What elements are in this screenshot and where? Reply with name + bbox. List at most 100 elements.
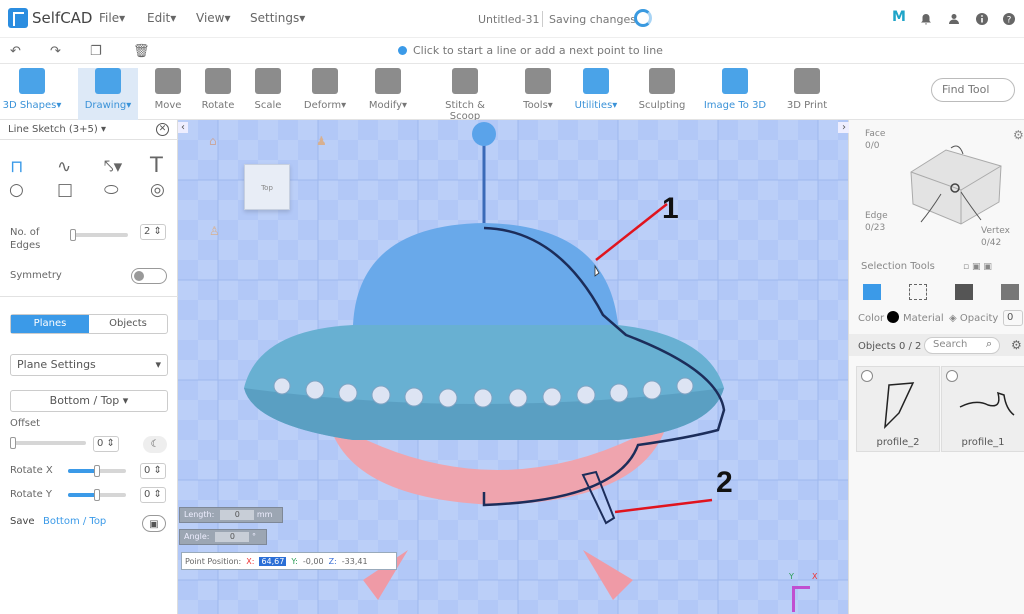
collapse-left-icon[interactable]: ‹ — [178, 122, 188, 133]
user-icon[interactable] — [947, 12, 961, 26]
object-select-radio[interactable] — [861, 370, 873, 382]
modify-icon — [375, 68, 401, 94]
object-name: profile_1 — [961, 437, 1005, 448]
select-vertex-icon[interactable] — [1001, 284, 1019, 300]
printer-icon — [794, 68, 820, 94]
trash-icon[interactable]: 🗑 — [133, 44, 150, 59]
length-field[interactable]: Length: 0 mm — [179, 507, 283, 523]
tab-objects[interactable]: Objects — [89, 315, 167, 333]
image-icon — [722, 68, 748, 94]
find-tool-input[interactable]: Find Tool — [931, 78, 1015, 102]
home-icon[interactable]: ⌂ — [209, 134, 217, 148]
panel-divider — [0, 139, 178, 140]
offset-reset-button[interactable]: ☾ — [143, 436, 167, 453]
panel-divider — [0, 296, 178, 297]
tool-modify[interactable]: Modify▾ — [358, 68, 418, 111]
angle-field[interactable]: Angle: 0 ° — [179, 529, 267, 545]
bell-icon[interactable] — [919, 12, 933, 26]
point-position-field[interactable]: Point Position: X: 64,67 Y: -0,00 Z: -33,41 — [181, 552, 397, 570]
line-sketch-panel: Line Sketch (3+5) ▾ ✕ ⊓ ∿ ⤣▾ T ○ □ ⬭ ◎ N… — [0, 120, 178, 614]
y-value-input[interactable]: -0,00 — [303, 557, 324, 566]
object-card-profile-1[interactable]: profile_1 — [941, 366, 1024, 452]
curve-tool-icon[interactable]: ∿ — [57, 157, 71, 177]
search-icon[interactable]: ⌕ — [986, 337, 992, 351]
plane-settings-dropdown[interactable]: Plane Settings ▾ — [10, 354, 168, 376]
tool-drawing[interactable]: Drawing▾ — [78, 68, 138, 122]
tool-scale[interactable]: Scale — [238, 68, 298, 111]
rotate-y-stepper[interactable]: 0 ⇕ — [140, 487, 166, 503]
edges-slider[interactable] — [70, 233, 128, 237]
tool-deform[interactable]: Deform▾ — [295, 68, 355, 111]
tool-utilities[interactable]: Utilities▾ — [566, 68, 626, 111]
info-icon[interactable] — [975, 12, 989, 26]
undo-icon[interactable]: ↶ — [10, 44, 21, 59]
tool-stitch-scoop[interactable]: Stitch & Scoop — [432, 68, 498, 122]
menu-settings[interactable]: Settings▾ — [250, 11, 305, 25]
save-label: Save — [10, 516, 35, 527]
object-select-radio[interactable] — [946, 370, 958, 382]
symmetry-toggle[interactable] — [131, 268, 167, 284]
object-card-profile-2[interactable]: profile_2 — [856, 366, 940, 452]
selection-mode-icons[interactable]: ▫ ▣ ▣ — [963, 262, 992, 272]
tool-image-to-3d[interactable]: Image To 3D — [703, 68, 767, 111]
save-status: Saving changes — [549, 13, 636, 26]
sculpting-icon — [649, 68, 675, 94]
offset-stepper[interactable]: 0 ⇕ — [93, 436, 119, 452]
ellipse-tool-icon[interactable]: ⬭ — [104, 180, 119, 200]
redo-icon[interactable]: ↷ — [50, 44, 61, 59]
tool-tools[interactable]: Tools▾ — [508, 68, 568, 111]
arc-tool-icon[interactable]: ⤣▾ — [104, 157, 122, 177]
planes-objects-switch: Planes Objects — [10, 314, 168, 334]
hint-bar: Click to start a line or add a next poin… — [0, 38, 1024, 64]
color-swatch[interactable] — [887, 311, 899, 323]
target-tool-icon[interactable]: ◎ — [150, 180, 165, 200]
rotate-icon — [205, 68, 231, 94]
select-object-icon[interactable] — [863, 284, 881, 300]
view-cube[interactable]: Top — [244, 164, 290, 210]
help-icon[interactable]: ? — [1002, 12, 1016, 26]
opacity-input[interactable]: 0 — [1003, 310, 1023, 326]
x-value-input[interactable]: 64,67 — [259, 556, 287, 566]
menu-file[interactable]: File▾ — [99, 11, 125, 25]
offset-slider[interactable] — [10, 441, 86, 445]
collapse-right-panel-icon[interactable]: › — [839, 122, 849, 133]
select-face-icon[interactable] — [909, 284, 927, 300]
edges-slider-knob[interactable] — [70, 229, 76, 241]
light-icon[interactable]: ♟ — [316, 134, 327, 148]
text-tool-icon[interactable]: T — [150, 153, 163, 177]
circle-tool-icon[interactable]: ○ — [9, 180, 24, 200]
select-edge-icon[interactable] — [955, 284, 973, 300]
z-value-input[interactable]: -33,41 — [342, 557, 368, 566]
tool-3d-print[interactable]: 3D Print — [777, 68, 837, 111]
rectangle-tool-icon[interactable]: □ — [57, 180, 73, 200]
copy-icon[interactable]: ❐ — [90, 44, 102, 59]
tool-sculpting[interactable]: Sculpting — [632, 68, 692, 111]
tool-3d-shapes[interactable]: 3D Shapes▾ — [2, 68, 62, 111]
menu-view[interactable]: View▾ — [196, 11, 231, 25]
callout-1: 1 — [662, 192, 679, 225]
info-dot-icon — [398, 46, 407, 55]
rotate-x-stepper[interactable]: 0 ⇕ — [140, 463, 166, 479]
save-plane-link[interactable]: Bottom / Top — [43, 516, 106, 527]
tab-planes[interactable]: Planes — [11, 315, 89, 333]
menu-edit[interactable]: Edit▾ — [147, 11, 176, 25]
bulb-icon[interactable]: ♙ — [209, 224, 220, 238]
plane-view-select[interactable]: Bottom / Top ▾ — [10, 390, 168, 412]
move-icon — [155, 68, 181, 94]
save-disk-icon[interactable]: ▣ — [142, 515, 166, 532]
selection-cube-diagram — [910, 145, 1002, 225]
edges-stepper[interactable]: 2 ⇕ — [140, 224, 166, 240]
close-panel-icon[interactable]: ✕ — [156, 123, 169, 136]
gear-icon[interactable]: ⚙ — [1013, 128, 1024, 142]
deform-icon — [312, 68, 338, 94]
line-tool-icon[interactable]: ⊓ — [10, 157, 23, 177]
rotate-x-slider-knob[interactable] — [94, 465, 100, 477]
settings-gear-icon[interactable]: ⚙ — [1011, 338, 1022, 352]
tools-icon — [525, 68, 551, 94]
document-title[interactable]: Untitled-31 — [478, 13, 539, 26]
rotate-y-slider-knob[interactable] — [94, 489, 100, 501]
offset-slider-knob[interactable] — [10, 437, 16, 449]
selfcad-logo[interactable]: SelfCAD — [8, 8, 92, 28]
material-label[interactable]: Material — [903, 313, 944, 324]
user-menu-icon[interactable]: M — [892, 9, 906, 25]
